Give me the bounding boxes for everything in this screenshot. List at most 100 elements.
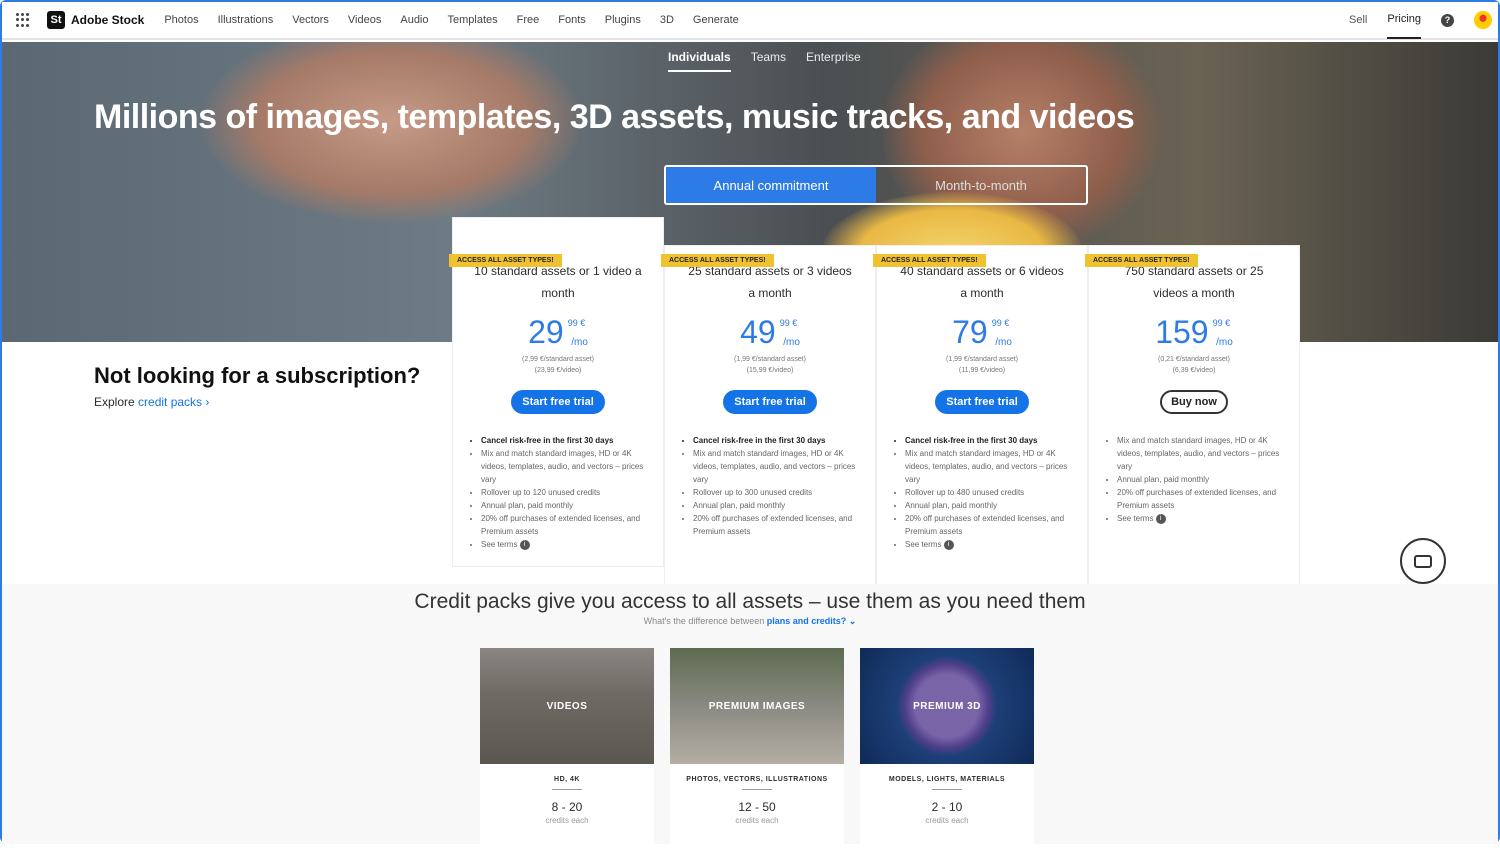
brand-name[interactable]: Adobe Stock [71,13,144,27]
plan-card: ACCESS ALL ASSET TYPES! 25 standard asse… [661,245,876,595]
audience-tabs: Individuals Teams Enterprise [668,50,861,72]
pack-credits-each: credits each [545,816,589,825]
feature-item: Mix and match standard images, HD or 4K … [481,447,649,486]
plan-card: ACCESS ALL ASSET TYPES! 750 standard ass… [1085,245,1300,595]
feature-list: Cancel risk-free in the first 30 daysMix… [905,434,1073,551]
feature-item: Cancel risk-free in the first 30 days [481,434,649,447]
feature-list: Cancel risk-free in the first 30 daysMix… [693,434,861,538]
feature-item: 20% off purchases of extended licenses, … [481,512,649,538]
feature-list: Cancel risk-free in the first 30 daysMix… [481,434,649,551]
nav-item-templates[interactable]: Templates [448,14,498,26]
nav-item-videos[interactable]: Videos [348,14,381,26]
info-icon[interactable]: i [943,539,954,550]
avatar[interactable] [1474,11,1492,29]
help-icon[interactable]: ? [1441,13,1454,27]
unit-price: (1,99 €/standard asset) [734,356,806,363]
plan-ribbon: ACCESS ALL ASSET TYPES! [1085,254,1198,267]
feature-item: Mix and match standard images, HD or 4K … [1117,434,1285,473]
credit-pack-card[interactable]: PREMIUM IMAGES PHOTOS, VECTORS, ILLUSTRA… [670,648,844,848]
billing-toggle: Annual commitment Month-to-month [664,165,1088,205]
plan-card: ACCESS ALL ASSET TYPES! 40 standard asse… [873,245,1088,595]
promo-title: Not looking for a subscription? [94,363,421,388]
nav-item-photos[interactable]: Photos [164,14,198,26]
see-terms-link[interactable]: See terms i [1117,512,1285,525]
feature-item: 20% off purchases of extended licenses, … [693,512,861,538]
pack-credits-each: credits each [925,816,969,825]
plan-price: 29 99 €/mo [528,314,588,350]
pricing-link[interactable]: Pricing [1387,1,1421,39]
credit-packs-title: Credit packs give you access to all asse… [414,590,1086,613]
difference-text: What's the difference between [643,616,767,626]
start-free-trial-button[interactable]: Start free trial [935,390,1029,414]
chat-icon [1414,554,1432,568]
feature-item: Annual plan, paid monthly [905,499,1073,512]
month-to-month-option[interactable]: Month-to-month [876,167,1086,203]
nav-item-illustrations[interactable]: Illustrations [218,14,274,26]
pack-category: PHOTOS, VECTORS, ILLUSTRATIONS [686,776,828,783]
tab-teams[interactable]: Teams [751,50,786,72]
nav-item-generate[interactable]: Generate [693,14,739,26]
video-price: (23,99 €/video) [534,367,582,374]
feature-item: Annual plan, paid monthly [1117,473,1285,486]
see-terms-link[interactable]: See terms i [481,538,649,551]
feature-item: Mix and match standard images, HD or 4K … [905,447,1073,486]
unit-price: (0,21 €/standard asset) [1158,356,1230,363]
main-nav: Photos Illustrations Vectors Videos Audio Tem… [164,14,738,26]
credit-packs-promo: Not looking for a subscription? Explore … [94,362,420,409]
pack-image: VIDEOS [480,648,654,764]
nav-item-vectors[interactable]: Vectors [292,14,329,26]
pack-category: HD, 4K [554,776,580,783]
nav-item-fonts[interactable]: Fonts [558,14,586,26]
start-free-trial-button[interactable]: Start free trial [723,390,817,414]
nav-item-plugins[interactable]: Plugins [605,14,641,26]
buy-now-button[interactable]: Buy now [1160,390,1228,414]
feature-item: Rollover up to 480 unused credits [905,486,1073,499]
annual-commitment-option[interactable]: Annual commitment [666,167,876,203]
app-grid-icon[interactable] [16,13,30,27]
plan-price: 79 99 €/mo [952,314,1012,350]
feature-item: Rollover up to 120 unused credits [481,486,649,499]
feature-item: 20% off purchases of extended licenses, … [1117,486,1285,512]
credit-pack-card[interactable]: VIDEOS HD, 4K 8 - 20 credits each [480,648,654,848]
pack-credits-each: credits each [735,816,779,825]
video-price: (6,39 €/video) [1172,367,1216,374]
nav-item-free[interactable]: Free [517,14,540,26]
credit-packs-section: Credit packs give you access to all asse… [2,584,1498,848]
plan-card: ACCESS ALL ASSET TYPES! 10 standard asse… [449,217,664,567]
top-nav: St Adobe Stock Photos Illustrations Vector… [2,2,1498,40]
start-free-trial-button[interactable]: Start free trial [511,390,605,414]
feature-item: Mix and match standard images, HD or 4K … [693,447,861,486]
page-title: Millions of images, templates, 3D assets… [94,98,1135,136]
pack-label: VIDEOS [546,700,588,712]
sell-link[interactable]: Sell [1349,14,1367,26]
feature-item: 20% off purchases of extended licenses, … [905,512,1073,538]
chat-button[interactable] [1400,538,1446,584]
pack-image: PREMIUM IMAGES [670,648,844,764]
video-price: (15,99 €/video) [746,367,794,374]
pack-credit-range: 2 - 10 [931,800,963,814]
nav-item-3d[interactable]: 3D [660,14,674,26]
unit-price: (1,99 €/standard asset) [946,356,1018,363]
feature-item: Annual plan, paid monthly [481,499,649,512]
pack-credit-range: 8 - 20 [551,800,583,814]
credit-packs-link[interactable]: credit packs › [138,395,209,409]
credit-pack-card[interactable]: PREMIUM 3D MODELS, LIGHTS, MATERIALS 2 -… [860,648,1034,848]
info-icon[interactable]: i [1155,513,1166,524]
pack-image: PREMIUM 3D [860,648,1034,764]
plan-ribbon: ACCESS ALL ASSET TYPES! [449,254,562,267]
adobe-stock-logo[interactable]: St [47,11,65,29]
nav-item-audio[interactable]: Audio [400,14,428,26]
plan-price: 159 99 €/mo [1155,314,1233,350]
feature-item: Cancel risk-free in the first 30 days [905,434,1073,447]
tab-individuals[interactable]: Individuals [668,50,731,72]
plans-and-credits-link[interactable]: plans and credits? ⌄ [767,616,857,626]
explore-text: Explore [94,395,139,409]
see-terms-link[interactable]: See terms i [905,538,1073,551]
feature-item: Rollover up to 300 unused credits [693,486,861,499]
pack-credit-range: 12 - 50 [738,800,776,814]
tab-enterprise[interactable]: Enterprise [806,50,861,72]
plan-price: 49 99 €/mo [740,314,800,350]
unit-price: (2,99 €/standard asset) [522,356,594,363]
info-icon[interactable]: i [519,539,530,550]
feature-list: Mix and match standard images, HD or 4K … [1117,434,1285,525]
